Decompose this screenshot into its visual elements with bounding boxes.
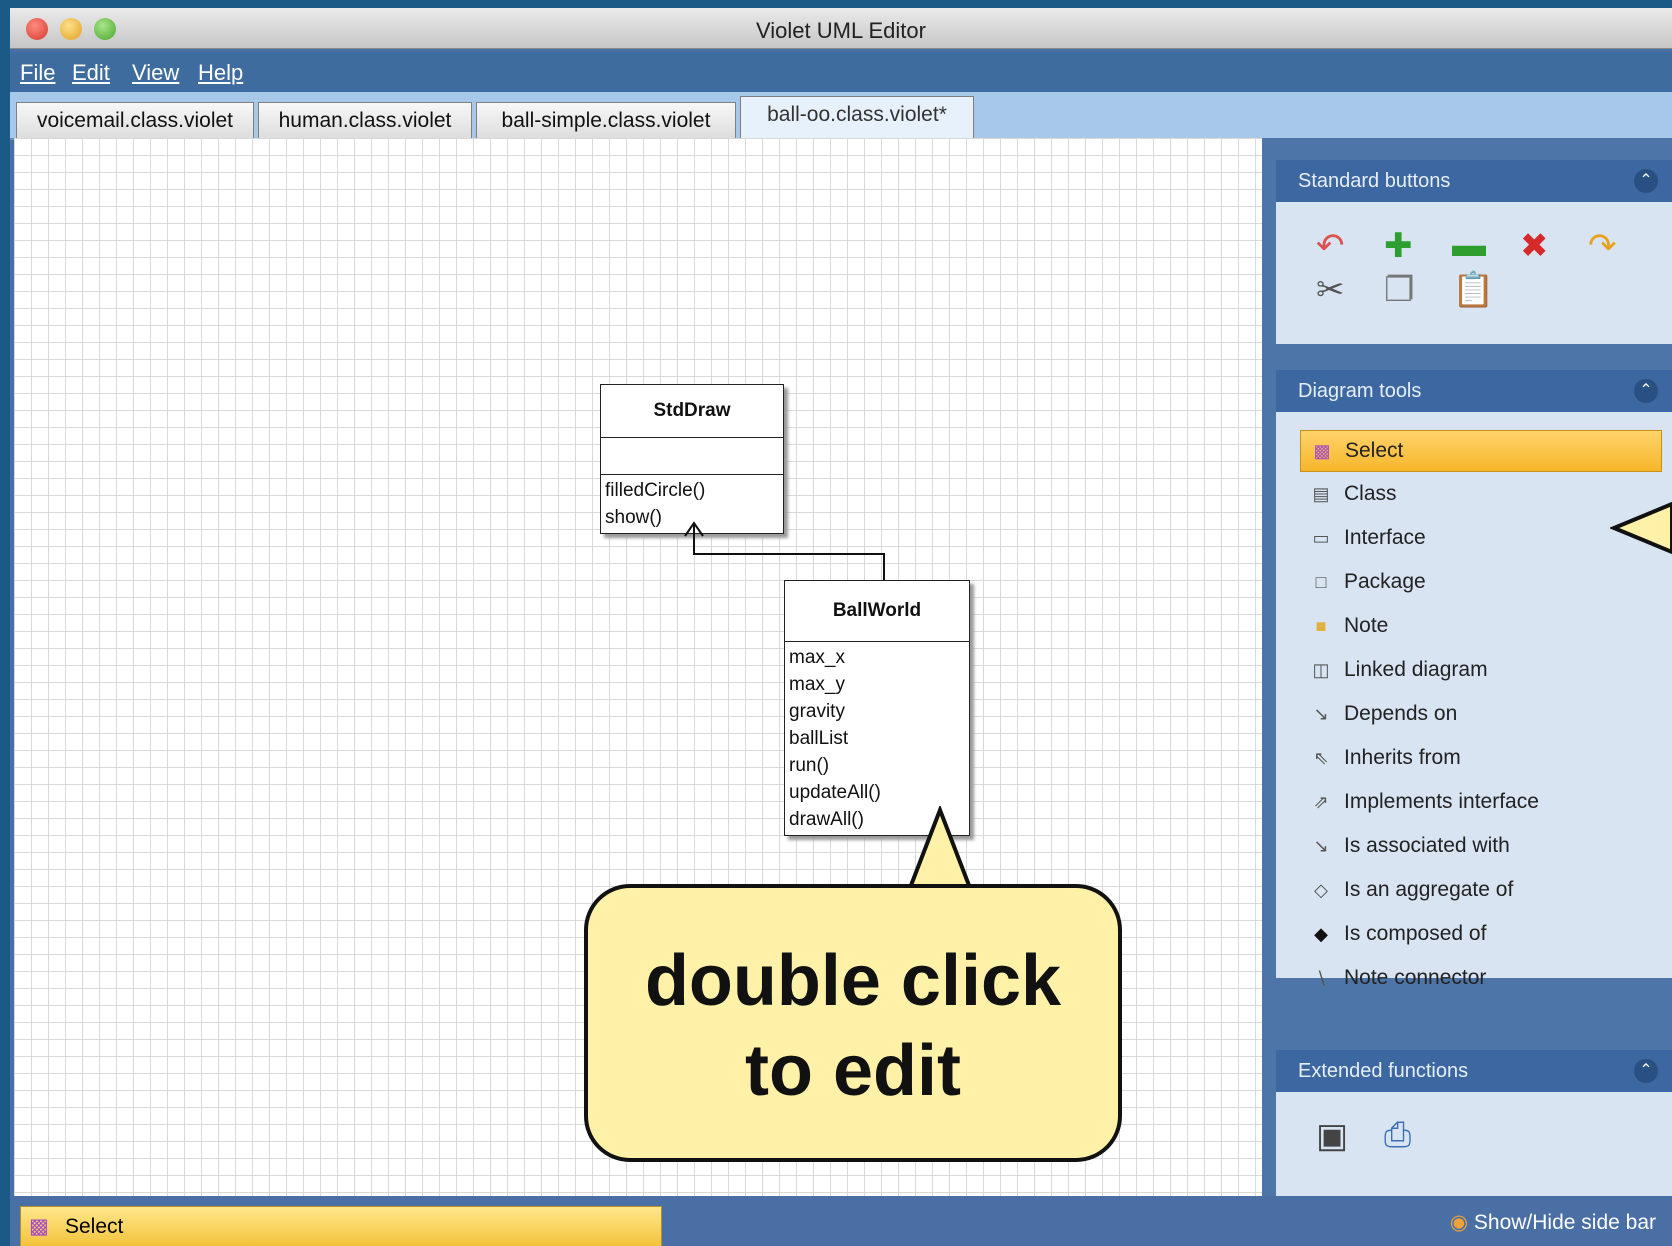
attribute-gravity: gravity xyxy=(789,701,845,722)
method-update-all: updateAll() xyxy=(789,782,881,803)
tool-implements-interface[interactable]: ⇗ Implements interface xyxy=(1300,782,1660,822)
tool-label: Interface xyxy=(1344,526,1426,549)
menu-help[interactable]: Help xyxy=(198,60,243,86)
cut-icon[interactable]: ✂ xyxy=(1316,270,1345,310)
panel-title: Standard buttons xyxy=(1298,170,1451,192)
offscreen-callout-tail xyxy=(1610,501,1672,555)
aggregate-icon: ◇ xyxy=(1314,880,1328,900)
collapse-icon[interactable]: ⌃ xyxy=(1634,169,1658,193)
diagram-tools-header[interactable]: Diagram tools ⌃ xyxy=(1276,370,1672,412)
composition-icon: ◆ xyxy=(1314,924,1328,944)
collapse-icon[interactable]: ⌃ xyxy=(1634,379,1658,403)
extended-functions-header[interactable]: Extended functions ⌃ xyxy=(1276,1050,1672,1092)
tool-note[interactable]: ■ Note xyxy=(1300,606,1660,646)
method-run: run() xyxy=(789,755,830,776)
class-ballworld[interactable]: BallWorld max_x max_y gravity ballList r… xyxy=(784,580,970,836)
remove-icon[interactable]: ▬ xyxy=(1452,226,1486,265)
tool-label: Is associated with xyxy=(1344,834,1510,857)
current-tool-indicator: ▩ Select xyxy=(20,1206,662,1246)
attribute-max-x: max_x xyxy=(789,647,845,668)
class-icon: ▤ xyxy=(1312,484,1330,504)
document-tabs: voicemail.class.violet human.class.viole… xyxy=(10,92,1672,140)
menu-edit[interactable]: Edit xyxy=(72,60,110,86)
panel-title: Extended functions xyxy=(1298,1060,1469,1082)
menu-bar: File Edit View Help xyxy=(10,52,1672,92)
status-bar: ▩ Select ◉ Show/Hide side bar xyxy=(10,1196,1672,1246)
redo-icon[interactable]: ↷ xyxy=(1588,226,1617,266)
callout-line-2: to edit xyxy=(745,1031,961,1111)
inherits-icon: ⇖ xyxy=(1313,748,1329,768)
tool-is-composed-of[interactable]: ◆ Is composed of xyxy=(1300,914,1660,954)
callout-tail xyxy=(907,806,973,890)
linked-diagram-icon: ◫ xyxy=(1312,660,1330,680)
attribute-ball-list: ballList xyxy=(789,728,849,749)
copy-icon[interactable]: ❐ xyxy=(1384,270,1414,310)
tool-label: Is an aggregate of xyxy=(1344,878,1514,901)
tool-label: Inherits from xyxy=(1344,746,1461,769)
tab-voicemail[interactable]: voicemail.class.violet xyxy=(16,102,254,139)
side-bar: Standard buttons ⌃ ↶ ✚ ▬ ✖ ↷ ✂ ❐ 📋 Diagr… xyxy=(1262,138,1672,1196)
tool-label: Note xyxy=(1344,614,1389,637)
class-name: BallWorld xyxy=(832,600,922,621)
tool-label: Class xyxy=(1344,482,1397,505)
edit-hint-callout: double click to edit xyxy=(584,884,1122,1162)
export-image-icon[interactable]: ▣ xyxy=(1316,1116,1348,1156)
paste-icon[interactable]: 📋 xyxy=(1452,270,1494,310)
menu-file[interactable]: File xyxy=(20,60,55,86)
current-tool-label: Select xyxy=(65,1215,124,1238)
note-connector-icon: ∖ xyxy=(1315,968,1327,988)
select-icon: ▩ xyxy=(29,1215,49,1238)
standard-buttons-panel: Standard buttons ⌃ ↶ ✚ ▬ ✖ ↷ ✂ ❐ 📋 xyxy=(1276,160,1672,344)
select-icon: ▩ xyxy=(1313,441,1331,461)
tool-label: Implements interface xyxy=(1344,790,1539,813)
tool-inherits-from[interactable]: ⇖ Inherits from xyxy=(1300,738,1660,778)
tool-is-an-aggregate-of[interactable]: ◇ Is an aggregate of xyxy=(1300,870,1660,910)
tool-note-connector[interactable]: ∖ Note connector xyxy=(1300,958,1660,989)
callout-text: double click to edit xyxy=(588,936,1118,1116)
package-icon: □ xyxy=(1315,572,1327,592)
palette-icon: ◉ xyxy=(1449,1211,1469,1234)
interface-icon: ▭ xyxy=(1312,528,1330,548)
window-title: Violet UML Editor xyxy=(756,18,926,43)
note-icon: ■ xyxy=(1315,616,1327,636)
standard-buttons-header[interactable]: Standard buttons ⌃ xyxy=(1276,160,1672,202)
tool-label: Is composed of xyxy=(1344,922,1487,945)
print-icon[interactable]: ⎙ xyxy=(1384,1116,1411,1155)
menu-view[interactable]: View xyxy=(132,60,179,86)
show-hide-label: Show/Hide side bar xyxy=(1473,1211,1656,1234)
collapse-icon[interactable]: ⌃ xyxy=(1634,1059,1658,1083)
callout-line-1: double click xyxy=(644,941,1062,1021)
tab-ball-oo[interactable]: ball-oo.class.violet* xyxy=(740,96,974,139)
association-icon: ↘ xyxy=(1313,836,1329,856)
tool-label: Note connector xyxy=(1344,966,1487,989)
show-hide-sidebar-button[interactable]: ◉ Show/Hide side bar xyxy=(1450,1210,1656,1235)
tool-select[interactable]: ▩ Select xyxy=(1300,430,1662,472)
diagram-tools-panel: Diagram tools ⌃ ▩ Select ▤ Class ▭ Interfac… xyxy=(1276,370,1672,989)
depends-on-icon: ↘ xyxy=(1313,704,1329,724)
undo-icon[interactable]: ↶ xyxy=(1316,226,1345,266)
panel-title: Diagram tools xyxy=(1298,380,1422,402)
tool-label: Depends on xyxy=(1344,702,1458,725)
tool-is-associated-with[interactable]: ↘ Is associated with xyxy=(1300,826,1660,866)
title-bar: Violet UML Editor xyxy=(10,8,1672,49)
tool-depends-on[interactable]: ↘ Depends on xyxy=(1300,694,1660,734)
tool-interface[interactable]: ▭ Interface xyxy=(1300,518,1660,558)
tool-class[interactable]: ▤ Class xyxy=(1300,474,1660,514)
tool-label: Select xyxy=(1345,439,1404,462)
tool-package[interactable]: □ Package xyxy=(1300,562,1660,602)
tab-ball-simple[interactable]: ball-simple.class.violet xyxy=(476,102,736,139)
implements-icon: ⇗ xyxy=(1313,792,1329,812)
delete-icon[interactable]: ✖ xyxy=(1520,226,1549,266)
tool-label: Package xyxy=(1344,570,1426,593)
attribute-max-y: max_y xyxy=(789,674,845,695)
add-icon[interactable]: ✚ xyxy=(1384,226,1413,266)
tool-linked-diagram[interactable]: ◫ Linked diagram xyxy=(1300,650,1660,690)
tool-label: Linked diagram xyxy=(1344,658,1488,681)
tab-human[interactable]: human.class.violet xyxy=(258,102,472,139)
extended-functions-panel: Extended functions ⌃ ▣ ⎙ xyxy=(1276,1050,1672,1196)
